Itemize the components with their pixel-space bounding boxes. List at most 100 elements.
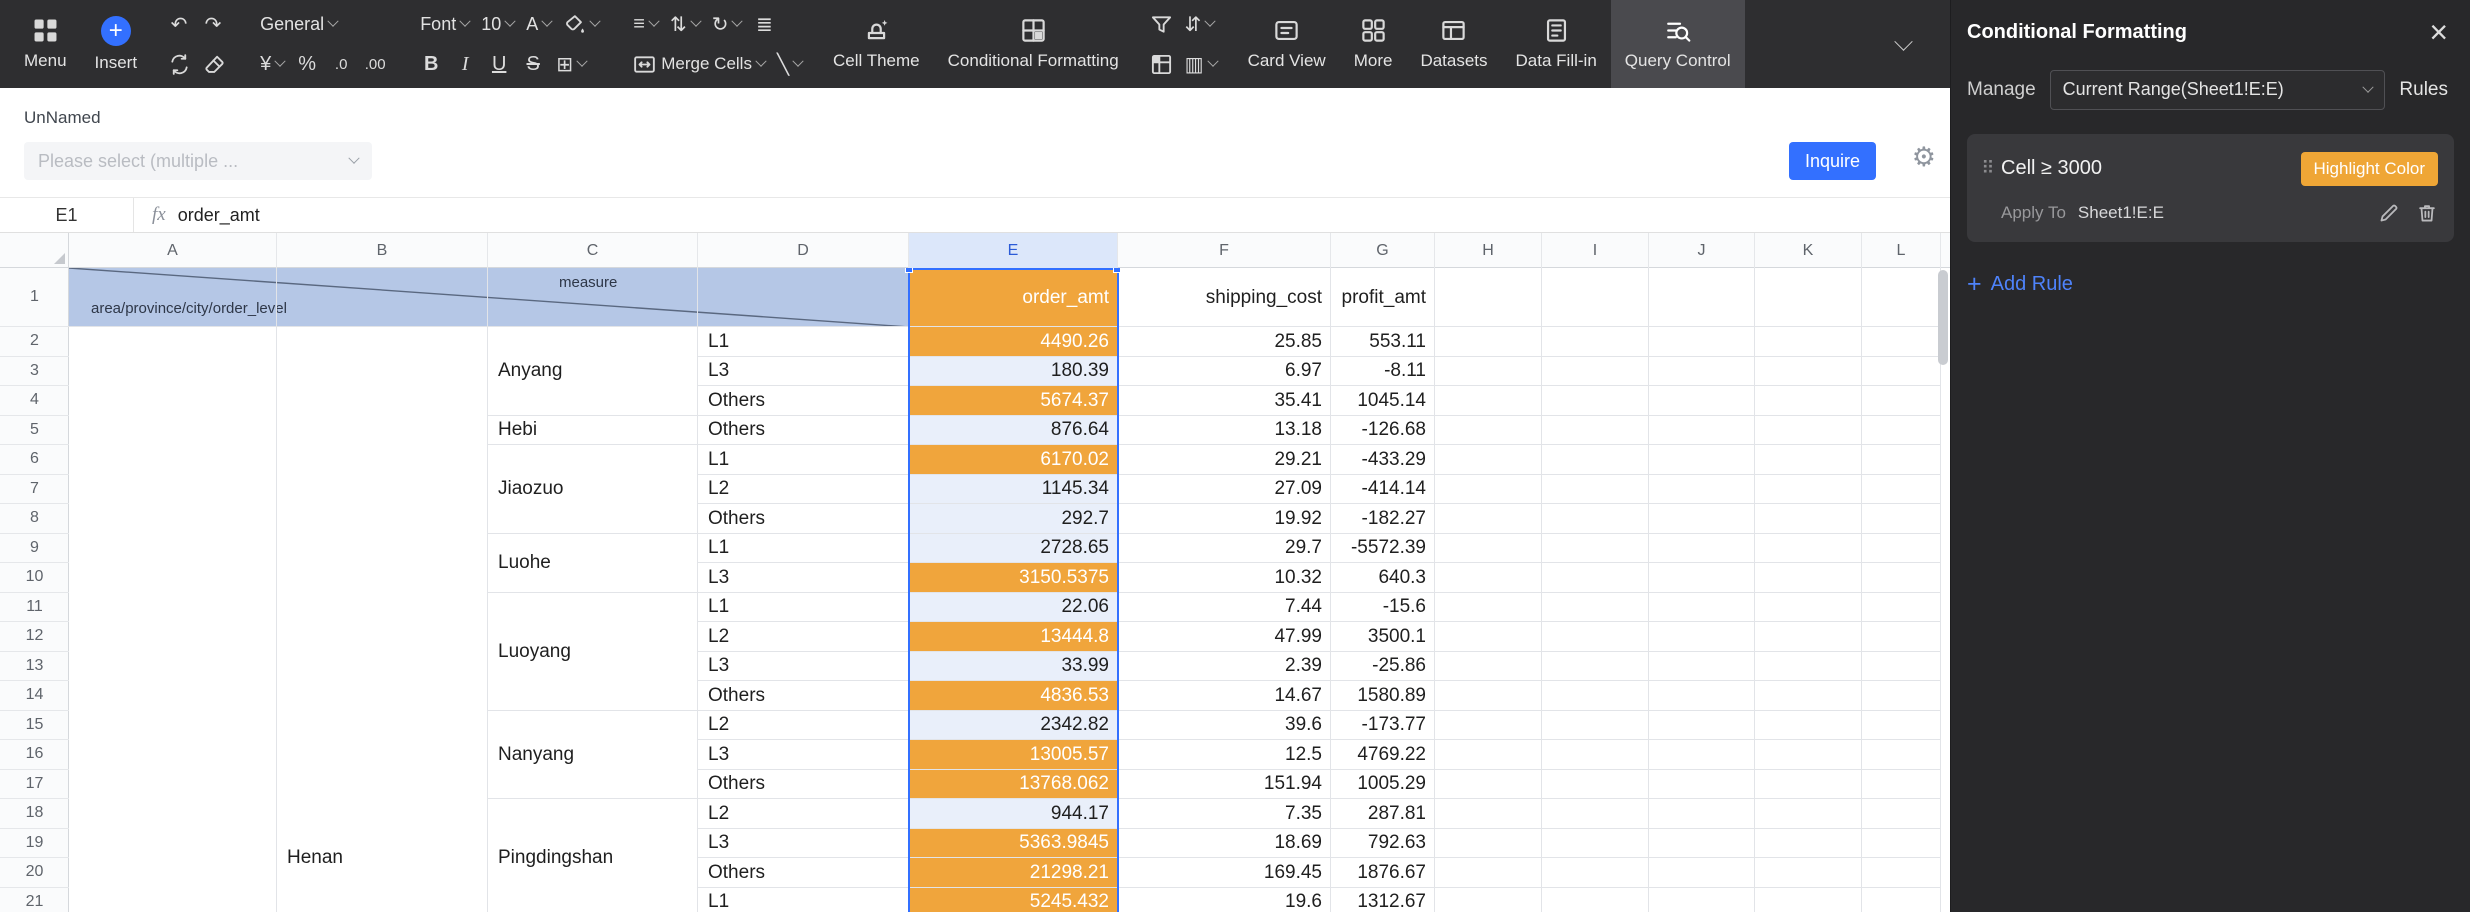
font-family-dropdown[interactable]: Font bbox=[415, 7, 474, 41]
cell-F10[interactable]: 10.32 bbox=[1118, 563, 1331, 593]
city-cell-Pingdingshan[interactable]: Pingdingshan bbox=[488, 799, 698, 912]
data-fillin-button[interactable]: Data Fill-in bbox=[1502, 0, 1611, 88]
column-header-G[interactable]: G bbox=[1331, 233, 1435, 268]
row-header-6[interactable]: 6 bbox=[0, 445, 69, 475]
cell-D8[interactable]: Others bbox=[698, 504, 909, 534]
borders-button[interactable]: ⊞ bbox=[551, 47, 591, 81]
slicer-button[interactable]: ▥ bbox=[1180, 47, 1222, 81]
cell-G10[interactable]: 640.3 bbox=[1331, 563, 1435, 593]
row-header-15[interactable]: 15 bbox=[0, 711, 69, 740]
cell-reference-box[interactable]: E1 bbox=[0, 198, 134, 232]
cell-E20[interactable]: 21298.21 bbox=[909, 858, 1118, 888]
cell-G14[interactable]: 1580.89 bbox=[1331, 681, 1435, 711]
city-cell-Nanyang[interactable]: Nanyang bbox=[488, 711, 698, 800]
header-cell-shipping_cost[interactable]: shipping_cost bbox=[1118, 268, 1331, 327]
row-header-18[interactable]: 18 bbox=[0, 799, 69, 829]
cell-F14[interactable]: 14.67 bbox=[1118, 681, 1331, 711]
indent-button[interactable]: ≣ bbox=[748, 7, 780, 41]
cell-D11[interactable]: L1 bbox=[698, 593, 909, 623]
row-header-20[interactable]: 20 bbox=[0, 858, 69, 888]
cell-F11[interactable]: 7.44 bbox=[1118, 593, 1331, 623]
cell-F6[interactable]: 29.21 bbox=[1118, 445, 1331, 475]
cell-G5[interactable]: -126.68 bbox=[1331, 416, 1435, 446]
city-cell-Anyang[interactable]: Anyang bbox=[488, 327, 698, 416]
cell-G3[interactable]: -8.11 bbox=[1331, 357, 1435, 387]
vertical-scrollbar[interactable] bbox=[1938, 270, 1948, 365]
filter-button[interactable] bbox=[1145, 7, 1178, 41]
city-cell-Jiaozuo[interactable]: Jiaozuo bbox=[488, 445, 698, 534]
cell-D3[interactable]: L3 bbox=[698, 357, 909, 387]
row-header-11[interactable]: 11 bbox=[0, 593, 69, 622]
row-header-19[interactable]: 19 bbox=[0, 829, 69, 858]
row-header-4[interactable]: 4 bbox=[0, 386, 69, 416]
cell-F12[interactable]: 47.99 bbox=[1118, 622, 1331, 652]
currency-exchange-button[interactable] bbox=[163, 47, 196, 81]
cell-G6[interactable]: -433.29 bbox=[1331, 445, 1435, 475]
text-orientation-button[interactable]: ↻ bbox=[707, 7, 747, 41]
cell-G7[interactable]: -414.14 bbox=[1331, 475, 1435, 505]
vertical-align-button[interactable]: ⇅ bbox=[665, 7, 705, 41]
column-header-F[interactable]: F bbox=[1118, 233, 1331, 268]
cell-E6[interactable]: 6170.02 bbox=[909, 445, 1118, 475]
row-header-1[interactable]: 1 bbox=[0, 268, 69, 327]
manage-range-dropdown[interactable]: Current Range(Sheet1!E:E) bbox=[2049, 69, 2386, 110]
row-header-7[interactable]: 7 bbox=[0, 475, 69, 504]
cell-E11[interactable]: 22.06 bbox=[909, 592, 1118, 622]
row-header-2[interactable]: 2 bbox=[0, 327, 69, 357]
row-header-21[interactable]: 21 bbox=[0, 888, 69, 912]
row-header-9[interactable]: 9 bbox=[0, 534, 69, 563]
cell-F4[interactable]: 35.41 bbox=[1118, 386, 1331, 416]
cell-F13[interactable]: 2.39 bbox=[1118, 652, 1331, 682]
font-size-dropdown[interactable]: 10 bbox=[476, 7, 519, 41]
cell-D20[interactable]: Others bbox=[698, 858, 909, 888]
cell-E10[interactable]: 3150.5375 bbox=[909, 563, 1118, 593]
column-header-E[interactable]: E bbox=[909, 233, 1118, 268]
font-color-button[interactable]: A bbox=[521, 7, 556, 41]
row-header-13[interactable]: 13 bbox=[0, 652, 69, 681]
cell-D18[interactable]: L2 bbox=[698, 799, 909, 829]
column-header-C[interactable]: C bbox=[488, 233, 698, 268]
column-header-B[interactable]: B bbox=[277, 233, 488, 268]
cell-D17[interactable]: Others bbox=[698, 770, 909, 800]
datasets-button[interactable]: Datasets bbox=[1406, 0, 1501, 88]
column-header-A[interactable]: A bbox=[69, 233, 277, 268]
cell-D14[interactable]: Others bbox=[698, 681, 909, 711]
rules-link[interactable]: Rules bbox=[2399, 79, 2448, 101]
add-rule-button[interactable]: + Add Rule bbox=[1967, 271, 2073, 297]
cell-E19[interactable]: 5363.9845 bbox=[909, 828, 1118, 858]
header-cell-profit_amt[interactable]: profit_amt bbox=[1331, 268, 1435, 327]
cell-D10[interactable]: L3 bbox=[698, 563, 909, 593]
format-eraser-button[interactable] bbox=[198, 47, 231, 81]
drag-handle-icon[interactable]: ⠿ bbox=[1975, 158, 2001, 179]
cell-G18[interactable]: 287.81 bbox=[1331, 799, 1435, 829]
cell-E18[interactable]: 944.17 bbox=[909, 799, 1118, 829]
cell-G2[interactable]: 553.11 bbox=[1331, 327, 1435, 357]
column-header-J[interactable]: J bbox=[1649, 233, 1755, 268]
cell-G15[interactable]: -173.77 bbox=[1331, 711, 1435, 741]
cell-F8[interactable]: 19.92 bbox=[1118, 504, 1331, 534]
cell-G13[interactable]: -25.86 bbox=[1331, 652, 1435, 682]
cell-D7[interactable]: L2 bbox=[698, 475, 909, 505]
query-control-button[interactable]: Query Control bbox=[1610, 0, 1745, 88]
cell-D19[interactable]: L3 bbox=[698, 829, 909, 859]
cell-D2[interactable]: L1 bbox=[698, 327, 909, 357]
cell-E5[interactable]: 876.64 bbox=[909, 415, 1118, 445]
cell-G12[interactable]: 3500.1 bbox=[1331, 622, 1435, 652]
horizontal-align-button[interactable]: ≡ bbox=[628, 7, 663, 41]
more-button[interactable]: More bbox=[1340, 0, 1407, 88]
cell-E12[interactable]: 13444.8 bbox=[909, 622, 1118, 652]
cell-E9[interactable]: 2728.65 bbox=[909, 533, 1118, 563]
cell-F16[interactable]: 12.5 bbox=[1118, 740, 1331, 770]
diagonal-header-cell[interactable]: measure area/province/city/order_level bbox=[69, 268, 909, 327]
cell-G4[interactable]: 1045.14 bbox=[1331, 386, 1435, 416]
currency-format-button[interactable]: ¥ bbox=[255, 47, 289, 81]
cell-F21[interactable]: 19.6 bbox=[1118, 888, 1331, 912]
cell-G11[interactable]: -15.6 bbox=[1331, 593, 1435, 623]
collapse-toolbar-button[interactable] bbox=[1880, 21, 1926, 67]
formula-input[interactable]: order_amt bbox=[178, 205, 260, 226]
italic-button[interactable]: I bbox=[449, 47, 481, 81]
conditional-formatting-button[interactable]: Conditional Formatting bbox=[934, 0, 1133, 88]
underline-button[interactable]: U bbox=[483, 47, 515, 81]
trash-icon[interactable] bbox=[2416, 202, 2438, 224]
row-header-5[interactable]: 5 bbox=[0, 416, 69, 445]
